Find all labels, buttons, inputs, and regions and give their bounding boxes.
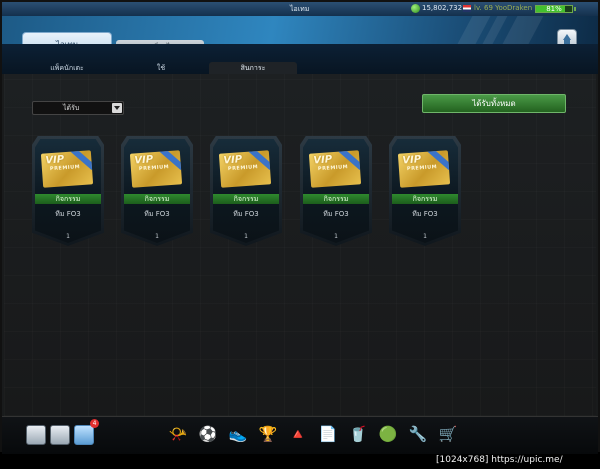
filter-selected: ได้รับ — [63, 104, 80, 112]
receive-all-button[interactable]: ได้รับทั้งหมด — [422, 94, 566, 113]
item-card[interactable]: VIP PREMIUM กิจกรรม ทีม FO3 1 — [121, 136, 193, 246]
premium-text: PREMIUM — [317, 164, 349, 173]
user-level: lv. 69 YooDraken — [474, 4, 533, 12]
tools-icon[interactable]: 🔧 — [406, 421, 430, 447]
item-quantity: 1 — [423, 233, 427, 240]
inbox-button[interactable] — [74, 425, 94, 445]
item-quantity: 1 — [155, 233, 159, 240]
vip-premium-card-icon: VIP PREMIUM — [218, 150, 272, 188]
watermark: [1024x768] https://upic.me/ — [436, 455, 563, 465]
trophy-icon[interactable]: 🏆 — [256, 421, 280, 447]
item-category: กิจกรรม — [213, 194, 279, 204]
item-team: ทีม FO3 — [144, 210, 170, 218]
battery-tip — [574, 7, 576, 11]
subtab-goods[interactable]: สินการะ — [209, 62, 297, 74]
premium-text: PREMIUM — [227, 164, 259, 173]
subtab-use[interactable]: ใช้ — [122, 62, 200, 74]
subtab-player-packs[interactable]: แพ็คนักเตะ — [32, 62, 102, 74]
menu-button[interactable] — [50, 425, 70, 445]
vip-premium-card-icon: VIP PREMIUM — [308, 150, 362, 188]
item-card[interactable]: VIP PREMIUM กิจกรรม ทีม FO3 1 — [210, 136, 282, 246]
item-team: ทีม FO3 — [412, 210, 438, 218]
premium-text: PREMIUM — [406, 164, 438, 173]
cup-icon[interactable]: 🥤 — [346, 421, 370, 447]
cone-icon[interactable]: 🔺 — [286, 421, 310, 447]
vip-premium-card-icon: VIP PREMIUM — [129, 150, 183, 188]
premium-text: PREMIUM — [138, 164, 170, 173]
item-quantity: 1 — [244, 233, 248, 240]
window-title: ไอเทม — [290, 5, 310, 13]
item-category: กิจกรรม — [35, 194, 101, 204]
item-team: ทีม FO3 — [323, 210, 349, 218]
cart-icon[interactable]: 🛒 — [436, 421, 460, 447]
coin-icon — [411, 4, 420, 13]
club-badge-icon[interactable]: 🟢 — [376, 421, 400, 447]
flag-icon — [463, 5, 471, 12]
sub-navigation: แพ็คนักเตะ ใช้ สินการะ — [2, 44, 598, 74]
item-card[interactable]: VIP PREMIUM กิจกรรม ทีม FO3 1 — [32, 136, 104, 246]
notification-badge: 4 — [90, 419, 99, 428]
gamepad-button[interactable] — [26, 425, 46, 445]
item-category: กิจกรรม — [124, 194, 190, 204]
item-panel: ได้รับ ได้รับทั้งหมด VIP PREMIUM กิจกรรม… — [4, 74, 596, 416]
premium-text: PREMIUM — [49, 164, 81, 173]
item-quantity: 1 — [334, 233, 338, 240]
battery-percent: 81% — [546, 5, 562, 13]
whistle-icon[interactable]: 📯 — [166, 421, 190, 447]
item-team: ทีม FO3 — [55, 210, 81, 218]
item-quantity: 1 — [66, 233, 70, 240]
coin-count: 15,802,732 — [422, 4, 463, 12]
filter-dropdown[interactable]: ได้รับ — [32, 101, 124, 115]
chevron-down-icon[interactable] — [112, 103, 122, 113]
item-card[interactable]: VIP PREMIUM กิจกรรม ทีม FO3 1 — [300, 136, 372, 246]
notes-icon[interactable]: 📄 — [316, 421, 340, 447]
status-bar: ไอเทม 15,802,732 lv. 69 YooDraken 81% — [2, 2, 598, 16]
vip-premium-card-icon: VIP PREMIUM — [397, 150, 451, 188]
item-team: ทีม FO3 — [233, 210, 259, 218]
ball-icon[interactable]: ⚽ — [196, 421, 220, 447]
item-category: กิจกรรม — [392, 194, 458, 204]
bottom-toolbar: 4 📯 ⚽ 👟 🏆 🔺 📄 🥤 🟢 🔧 🛒 — [2, 416, 598, 454]
battery-indicator: 81% — [535, 5, 573, 13]
game-window: ไอเทม 15,802,732 lv. 69 YooDraken 81% ไอ… — [0, 0, 600, 454]
vip-premium-card-icon: VIP PREMIUM — [40, 150, 94, 188]
item-category: กิจกรรม — [303, 194, 369, 204]
item-card[interactable]: VIP PREMIUM กิจกรรม ทีม FO3 1 — [389, 136, 461, 246]
boots-icon[interactable]: 👟 — [226, 421, 250, 447]
